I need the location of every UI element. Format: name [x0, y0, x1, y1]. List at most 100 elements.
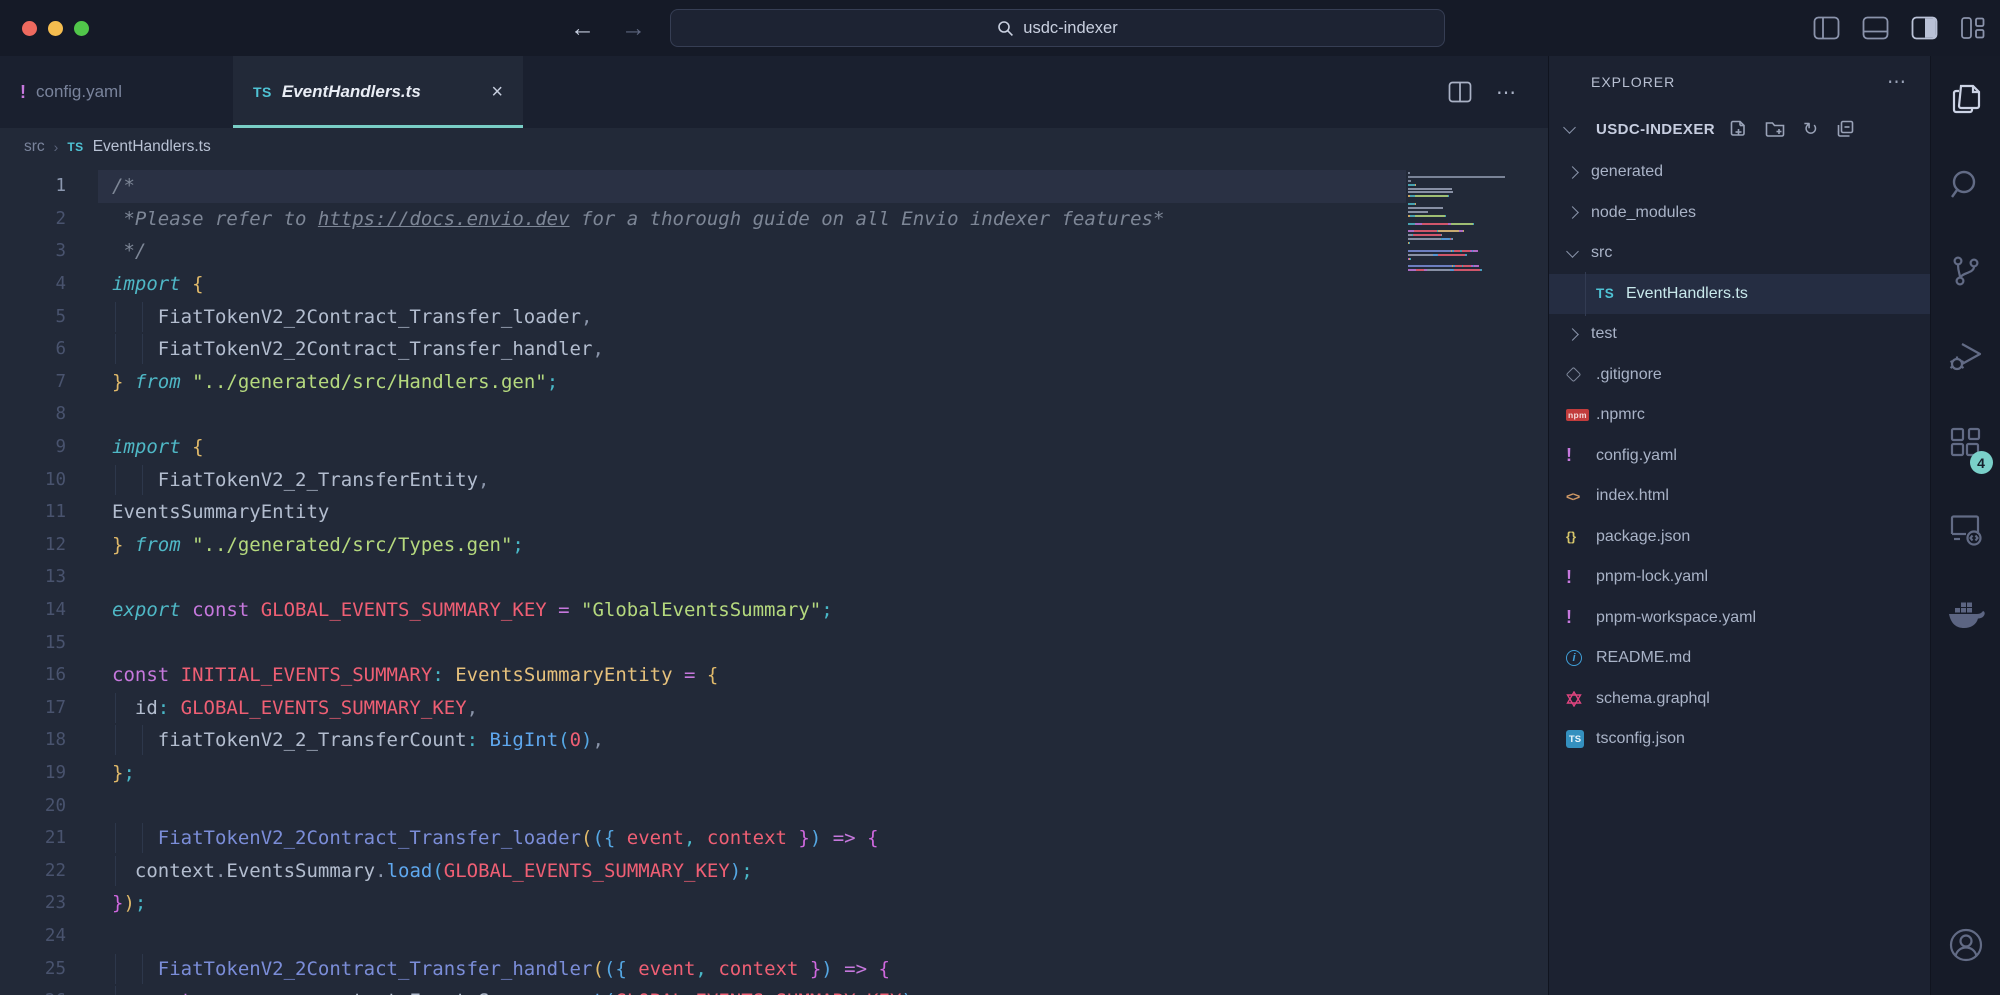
forward-button[interactable]: → — [621, 16, 646, 41]
tree-file-pnpm-lock.yaml[interactable]: !pnpm-lock.yaml — [1549, 557, 1930, 598]
code-line-16[interactable]: 16const INITIAL_EVENTS_SUMMARY: EventsSu… — [0, 659, 1548, 692]
npm-icon: npm — [1566, 409, 1592, 421]
toggle-secondary-sidebar-icon[interactable] — [1911, 16, 1938, 40]
close-tab-icon[interactable]: × — [491, 81, 503, 104]
toggle-primary-sidebar-icon[interactable] — [1813, 16, 1840, 40]
docker-activity-button[interactable] — [1931, 572, 2000, 658]
tree-file-package.json[interactable]: {}package.json — [1549, 517, 1930, 558]
tree-folder-generated[interactable]: generated — [1549, 152, 1930, 193]
vscode-window: ← → usdc-indexer — [0, 0, 2000, 995]
tree-folder-node_modules[interactable]: node_modules — [1549, 193, 1930, 234]
tree-file-README.md[interactable]: iREADME.md — [1549, 638, 1930, 679]
code-line-3[interactable]: 3 */ — [0, 235, 1548, 268]
minimize-window-button[interactable] — [48, 21, 63, 36]
tree-item-label: pnpm-workspace.yaml — [1596, 609, 1756, 627]
tree-file-schema.graphql[interactable]: schema.graphql — [1549, 679, 1930, 720]
indent-guide — [115, 986, 116, 995]
indent-guide — [115, 954, 116, 984]
code-line-20[interactable]: 20 — [0, 789, 1548, 822]
code-text: import { — [112, 273, 1548, 295]
code-line-17[interactable]: 17 id: GLOBAL_EVENTS_SUMMARY_KEY, — [0, 692, 1548, 725]
tree-file-index.html[interactable]: <>index.html — [1549, 476, 1930, 517]
breadcrumb-file[interactable]: EventHandlers.ts — [93, 138, 211, 156]
remote-explorer-activity-button[interactable] — [1931, 486, 2000, 572]
workspace-root-label: USDC-INDEXER — [1596, 121, 1715, 138]
tree-file-EventHandlers.ts[interactable]: TSEventHandlers.ts — [1549, 274, 1930, 315]
toggle-panel-icon[interactable] — [1862, 16, 1889, 40]
indent-guide — [115, 856, 116, 886]
code-line-18[interactable]: 18 fiatTokenV2_2_TransferCount: BigInt(0… — [0, 724, 1548, 757]
code-line-25[interactable]: 25 FiatTokenV2_2Contract_Transfer_handle… — [0, 952, 1548, 985]
split-editor-icon[interactable] — [1448, 81, 1472, 103]
line-number: 21 — [0, 828, 112, 848]
code-line-13[interactable]: 13 — [0, 561, 1548, 594]
back-button[interactable]: ← — [570, 16, 595, 41]
code-line-26[interactable]: 26 const summary = context.EventsSummary… — [0, 985, 1548, 995]
account-icon — [1948, 927, 1984, 963]
code-line-21[interactable]: 21 FiatTokenV2_2Contract_Transfer_loader… — [0, 822, 1548, 855]
code-line-22[interactable]: 22 context.EventsSummary.load(GLOBAL_EVE… — [0, 854, 1548, 887]
new-file-icon[interactable] — [1729, 120, 1748, 139]
refresh-explorer-icon[interactable]: ↻ — [1803, 120, 1818, 138]
code-text: const INITIAL_EVENTS_SUMMARY: EventsSumm… — [112, 664, 1548, 686]
code-editor[interactable]: 1/*2 *Please refer to https://docs.envio… — [0, 165, 1548, 995]
tree-item-label: EventHandlers.ts — [1626, 285, 1748, 303]
code-line-15[interactable]: 15 — [0, 626, 1548, 659]
code-line-5[interactable]: 5 FiatTokenV2_2Contract_Transfer_loader, — [0, 300, 1548, 333]
code-line-14[interactable]: 14export const GLOBAL_EVENTS_SUMMARY_KEY… — [0, 594, 1548, 627]
code-line-24[interactable]: 24 — [0, 920, 1548, 953]
tree-item-label: src — [1591, 244, 1612, 262]
code-line-11[interactable]: 11EventsSummaryEntity — [0, 496, 1548, 529]
extensions-activity-button[interactable]: 4 — [1931, 400, 2000, 486]
code-line-6[interactable]: 6 FiatTokenV2_2Contract_Transfer_handler… — [0, 333, 1548, 366]
close-window-button[interactable] — [22, 21, 37, 36]
code-line-1[interactable]: 1/* — [0, 170, 1548, 203]
chevron-down-icon — [1563, 121, 1576, 134]
collapse-folders-icon[interactable] — [1835, 120, 1854, 139]
code-line-2[interactable]: 2 *Please refer to https://docs.envio.de… — [0, 203, 1548, 236]
tab-label: config.yaml — [36, 82, 122, 102]
breadcrumb-folder[interactable]: src — [24, 138, 45, 156]
explorer-more-actions-icon[interactable]: ⋯ — [1887, 71, 1908, 94]
editor-group: ! config.yaml TS EventHandlers.ts × ⋯ — [0, 56, 1548, 995]
tree-file-pnpm-workspace.yaml[interactable]: !pnpm-workspace.yaml — [1549, 598, 1930, 639]
search-activity-button[interactable] — [1931, 142, 2000, 228]
code-line-10[interactable]: 10 FiatTokenV2_2_TransferEntity, — [0, 463, 1548, 496]
command-center-text: usdc-indexer — [1023, 19, 1117, 38]
tree-file-tsconfig.json[interactable]: TStsconfig.json — [1549, 719, 1930, 760]
line-number: 25 — [0, 959, 112, 979]
tab-bar: ! config.yaml TS EventHandlers.ts × ⋯ — [0, 56, 1548, 128]
new-folder-icon[interactable] — [1765, 120, 1786, 138]
indent-guide — [115, 823, 116, 853]
customize-layout-icon[interactable] — [1960, 16, 1986, 40]
editor-more-actions-icon[interactable]: ⋯ — [1496, 80, 1518, 105]
active-tab-indicator — [233, 125, 523, 128]
source-control-activity-button[interactable] — [1931, 228, 2000, 314]
line-number: 17 — [0, 698, 112, 718]
tree-folder-test[interactable]: test — [1549, 314, 1930, 355]
run-debug-activity-button[interactable] — [1931, 314, 2000, 400]
code-line-12[interactable]: 12} from "../generated/src/Types.gen"; — [0, 529, 1548, 562]
account-button[interactable] — [1931, 905, 2000, 985]
line-number: 4 — [0, 274, 112, 294]
code-line-8[interactable]: 8 — [0, 398, 1548, 431]
tab-config-yaml[interactable]: ! config.yaml — [0, 56, 215, 128]
code-line-7[interactable]: 7} from "../generated/src/Handlers.gen"; — [0, 366, 1548, 399]
explorer-activity-button[interactable] — [1931, 56, 2000, 142]
tree-file-config.yaml[interactable]: !config.yaml — [1549, 436, 1930, 477]
tree-file-.npmrc[interactable]: npm.npmrc — [1549, 395, 1930, 436]
tab-eventhandlers-ts[interactable]: TS EventHandlers.ts × — [233, 56, 523, 128]
line-number: 15 — [0, 633, 112, 653]
command-center-search[interactable]: usdc-indexer — [670, 9, 1445, 47]
code-text: fiatTokenV2_2_TransferCount: BigInt(0), — [112, 729, 1548, 751]
code-text: FiatTokenV2_2Contract_Transfer_handler((… — [112, 958, 1548, 980]
tree-file-.gitignore[interactable]: .gitignore — [1549, 355, 1930, 396]
zoom-window-button[interactable] — [74, 21, 89, 36]
code-line-4[interactable]: 4import { — [0, 268, 1548, 301]
code-line-19[interactable]: 19}; — [0, 757, 1548, 790]
code-line-23[interactable]: 23}); — [0, 887, 1548, 920]
tree-folder-src[interactable]: src — [1549, 233, 1930, 274]
workspace-root-row[interactable]: USDC-INDEXER ↻ — [1549, 108, 1930, 150]
chevron-right-icon — [1566, 206, 1579, 219]
code-line-9[interactable]: 9import { — [0, 431, 1548, 464]
